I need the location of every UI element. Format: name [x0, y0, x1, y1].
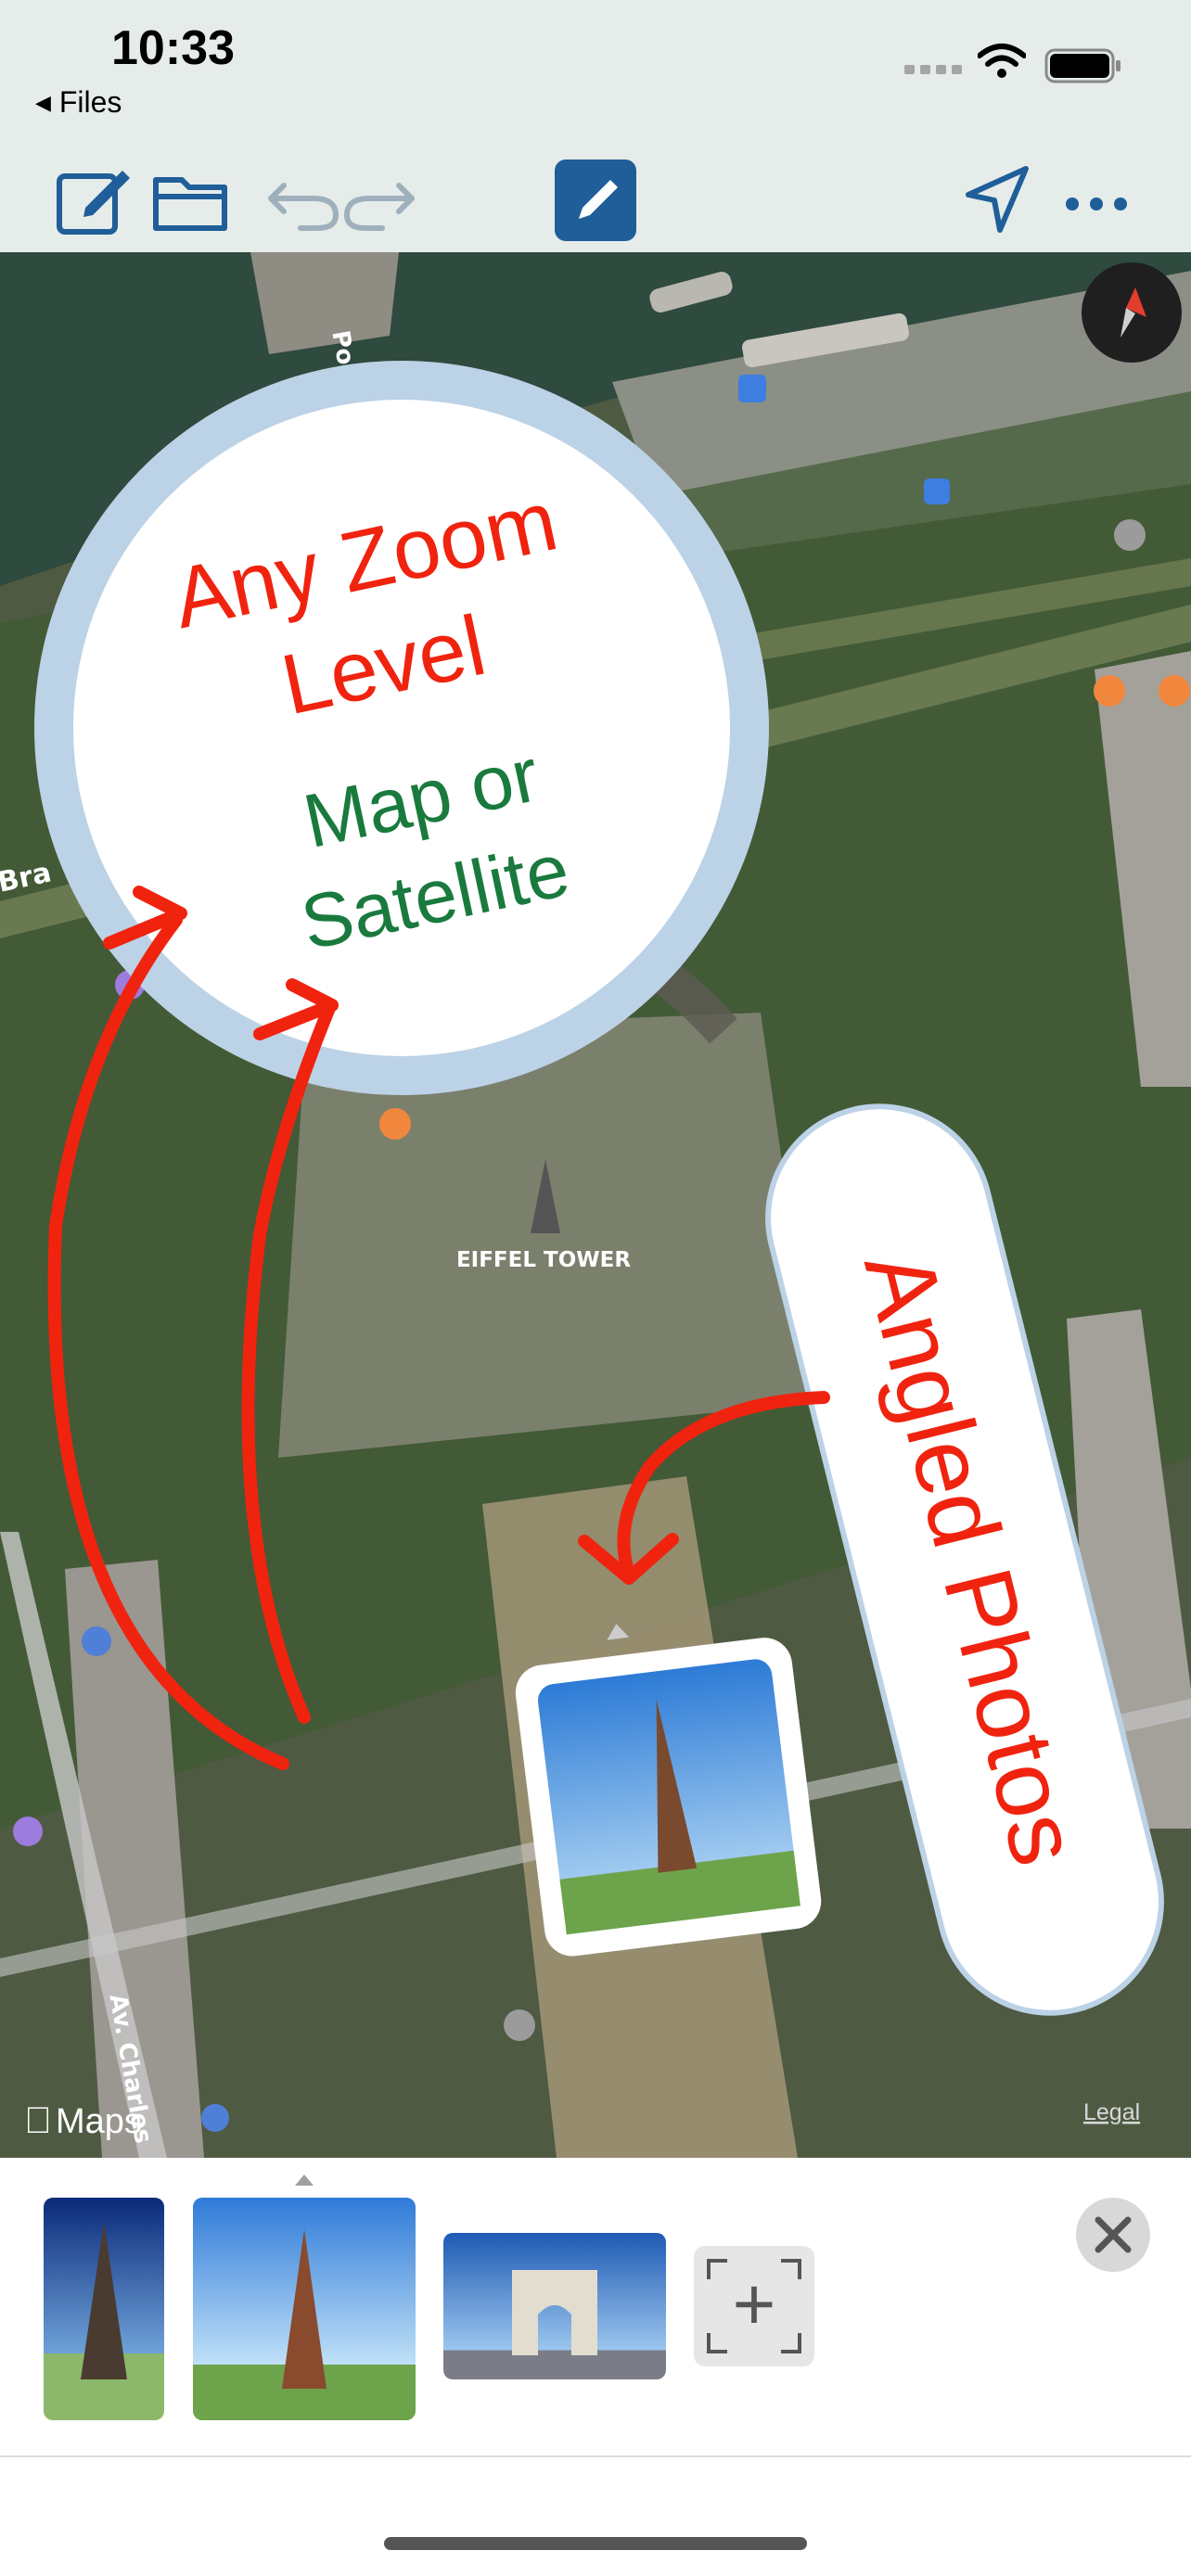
zoom-callout-disk: [73, 400, 730, 1056]
apple-maps-logo: : [24, 2100, 52, 2141]
add-label: +: [732, 2263, 776, 2345]
museum-pin-icon[interactable]: [201, 2104, 229, 2132]
eiffel-tower-label: EIFFEL TOWER: [456, 1248, 631, 1272]
tray-divider: [0, 2455, 1191, 2457]
back-to-files-link[interactable]: ◀ Files: [35, 85, 122, 120]
location-arrow-icon[interactable]: [961, 159, 1031, 241]
hotel-pin-icon[interactable]: [13, 1817, 43, 1846]
eiffel-tower-icon: [81, 2222, 127, 2379]
photo-tray: +: [0, 2158, 1191, 2455]
satellite-map[interactable]: EIFFEL TOWER Po Bra Av. Charles Any Zoom…: [0, 252, 1191, 2158]
ferry-pin-icon[interactable]: [738, 375, 766, 402]
status-time: 10:33: [111, 21, 235, 75]
back-label: Files: [58, 85, 122, 119]
folder-icon[interactable]: [148, 159, 232, 241]
signal-icon: [904, 65, 962, 74]
close-icon[interactable]: [1076, 2198, 1150, 2272]
bike-pin-icon[interactable]: [924, 478, 950, 504]
arc-de-triomphe-icon: [512, 2270, 597, 2355]
restaurant-pin-icon[interactable]: [1094, 675, 1125, 707]
photo-thumbnail-selected[interactable]: [193, 2198, 416, 2420]
legal-link[interactable]: Legal: [1083, 2099, 1140, 2125]
eiffel-tower-icon: [282, 2229, 327, 2389]
museum-pin-icon[interactable]: [82, 1626, 111, 1656]
restaurant-pin-icon[interactable]: [1159, 675, 1190, 707]
undo-icon[interactable]: [263, 159, 341, 241]
photo-thumbnail[interactable]: [443, 2233, 666, 2379]
ellipsis-icon[interactable]: [1061, 159, 1132, 241]
home-indicator[interactable]: [384, 2537, 807, 2550]
restaurant-pin-icon[interactable]: [379, 1108, 411, 1140]
redo-icon[interactable]: [341, 159, 419, 241]
compass-icon[interactable]: [1082, 262, 1182, 363]
star-pin-icon[interactable]: [504, 2009, 535, 2041]
status-bar: 10:33 ◀ Files: [0, 0, 1191, 148]
selected-thumb-caret-icon: [295, 2174, 314, 2186]
map-canvas: EIFFEL TOWER Po Bra Av. Charles Any Zoom…: [0, 252, 1191, 2158]
compose-icon[interactable]: [52, 159, 137, 241]
pencil-icon[interactable]: [555, 159, 636, 241]
star-pin-icon[interactable]: [1114, 519, 1146, 551]
back-triangle-icon: ◀: [35, 91, 51, 114]
add-photo-button[interactable]: +: [694, 2246, 814, 2366]
maps-attribution: Maps: [56, 2102, 142, 2141]
photo-thumbnail[interactable]: [44, 2198, 164, 2420]
battery-icon: [1044, 48, 1121, 83]
wifi-icon: [978, 44, 1026, 78]
toolbar: [0, 148, 1191, 252]
road-label: Po: [326, 328, 359, 367]
